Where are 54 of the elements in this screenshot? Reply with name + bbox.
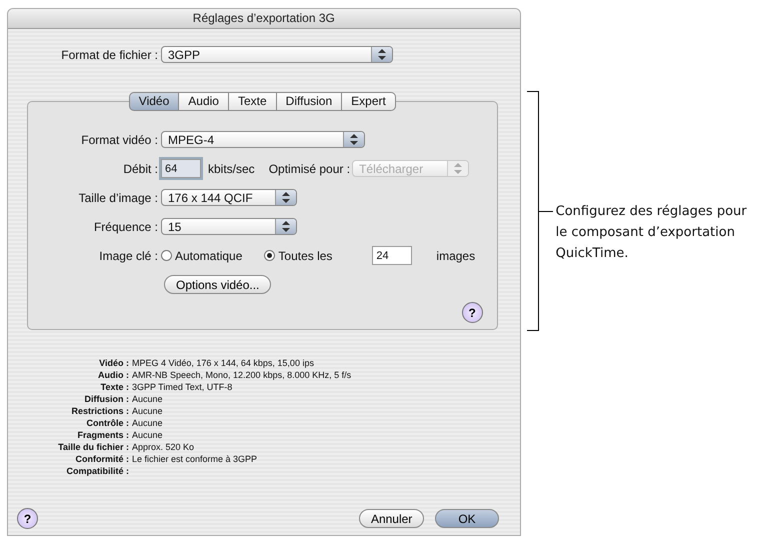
- summary-value: Aucune: [132, 417, 164, 429]
- callout-text: Configurez des réglages pour le composant d’exportation QuickTime.: [556, 203, 748, 263]
- updown-arrows-icon: [378, 49, 386, 60]
- field-label: Format vidéo :: [80, 132, 159, 146]
- popup-menu[interactable]: 3GPP: [161, 46, 393, 63]
- summary-value: Aucune: [132, 405, 164, 417]
- help-button[interactable]: ?: [462, 302, 483, 323]
- summary-value: Aucune: [132, 429, 164, 441]
- cancel-button[interactable]: Annuler: [358, 509, 424, 528]
- tab[interactable]: Audio: [179, 92, 229, 111]
- updown-arrows-icon: [282, 221, 290, 232]
- popup-menu[interactable]: 176 x 144 QCIF: [161, 189, 297, 206]
- summary-value: Le fichier est conforme à 3GPP: [132, 453, 258, 465]
- help-button[interactable]: ?: [17, 508, 38, 529]
- updown-arrows-icon: [350, 134, 358, 145]
- summary-label: Fragments :: [76, 429, 129, 441]
- field-label: Débit :: [122, 162, 159, 176]
- summary-label: Conformité :: [74, 453, 129, 465]
- field-label: Optimisé pour :: [268, 162, 350, 176]
- summary-value: MPEG 4 Vidéo, 176 x 144, 64 kbps, 15,00 ips: [132, 357, 315, 369]
- summary-label: Diffusion :: [84, 393, 129, 405]
- field-label: Taille d’image :: [78, 190, 159, 204]
- tab[interactable]: Diffusion: [276, 92, 342, 111]
- tab[interactable]: Expert: [342, 92, 396, 111]
- summary-value: Approx. 520 Ko: [132, 441, 196, 453]
- summary-label: Audio :: [97, 369, 129, 381]
- summary-label: Contrôle :: [86, 417, 129, 429]
- popup-menu[interactable]: MPEG-4: [161, 131, 365, 148]
- text-field[interactable]: 24: [372, 246, 412, 265]
- summary-value: AMR-NB Speech, Mono, 12.200 kbps, 8.000 KHz, 5 f/s: [132, 369, 352, 381]
- text-field[interactable]: 64: [161, 159, 201, 178]
- radio-button[interactable]: Toutes les: [264, 248, 332, 262]
- summary-label: Taille du fichier :: [57, 441, 129, 453]
- field-label: Format de fichier :: [60, 48, 159, 62]
- summary-value: Aucune: [132, 393, 164, 405]
- ok-button[interactable]: OK: [435, 509, 499, 528]
- tab[interactable]: Texte: [228, 92, 277, 111]
- window-title: Réglages d’exportation 3G: [8, 9, 520, 29]
- updown-arrows-icon: [282, 192, 290, 203]
- radio-button[interactable]: Automatique: [161, 248, 242, 262]
- summary-label: Texte :: [100, 381, 129, 393]
- field-label: Image clé :: [98, 248, 159, 262]
- leader-line: [538, 211, 553, 212]
- options-button[interactable]: Options vidéo...: [164, 275, 272, 294]
- popup-menu[interactable]: 15: [161, 218, 297, 235]
- updown-arrows-icon: [454, 163, 462, 174]
- tab[interactable]: Vidéo: [128, 92, 180, 111]
- summary-label: Vidéo :: [98, 357, 129, 369]
- summary-label: Compatibilité :: [66, 465, 129, 477]
- summary-label: Restrictions :: [70, 405, 129, 417]
- field-label: Fréquence :: [92, 220, 159, 234]
- unit-label: kbits/sec: [208, 162, 255, 176]
- unit-label: images: [436, 248, 476, 262]
- summary-value: 3GPP Timed Text, UTF-8: [132, 381, 234, 393]
